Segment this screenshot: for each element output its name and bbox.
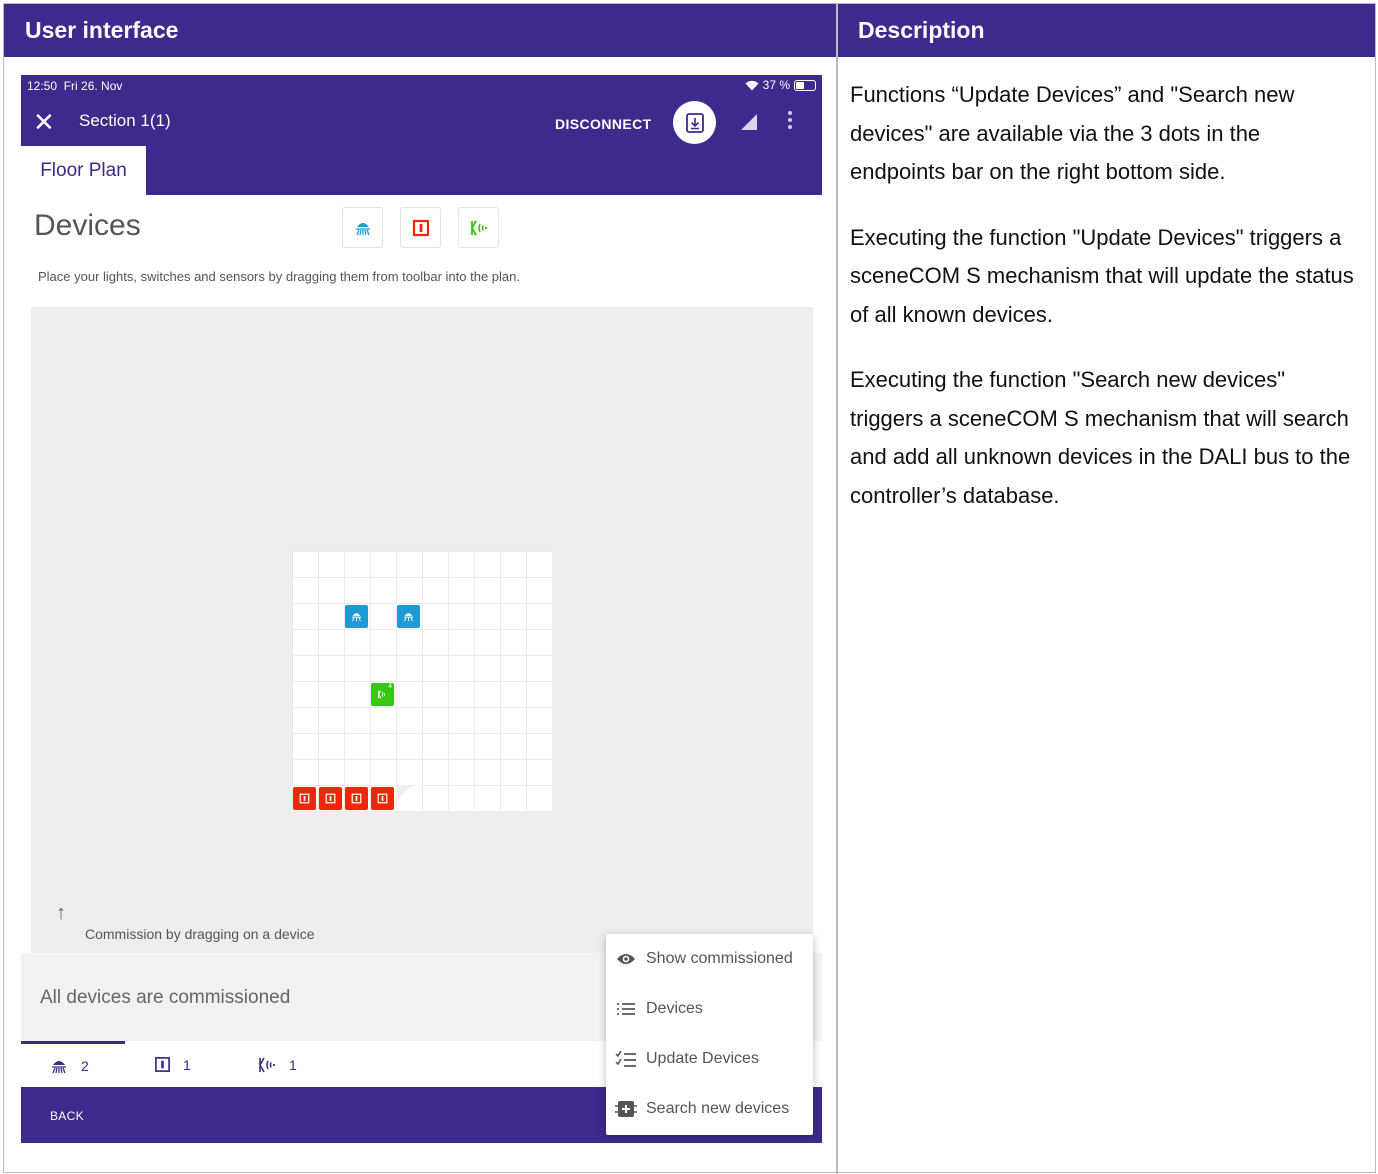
eye-icon (606, 952, 646, 966)
list-icon (606, 1002, 646, 1016)
description-column-header: Description (838, 4, 1375, 57)
light-icon (52, 1061, 66, 1074)
app-bar: 12:50 Fri 26. Nov 37 % ✕ Section 1(1) DI… (21, 75, 822, 196)
menu-item-label: Update Devices (646, 1050, 759, 1067)
toolbar-sensor-button[interactable] (458, 207, 499, 248)
placed-switch[interactable] (319, 787, 342, 810)
endpoint-tab-lights[interactable]: 2 (49, 1056, 89, 1076)
arrow-up-icon: ↑ (56, 902, 66, 924)
status-time: 12:50 (27, 79, 58, 93)
devices-heading: Devices (34, 209, 141, 242)
battery-percent: 37 % (762, 78, 790, 92)
description-paragraph: Functions “Update Devices” and "Search n… (850, 82, 1295, 184)
page-title: Section 1(1) (79, 111, 171, 130)
sensor-icon (470, 220, 487, 235)
sensor-icon (378, 690, 386, 699)
menu-item-label: Devices (646, 1000, 703, 1017)
menu-item-update-devices[interactable]: Update Devices (606, 1034, 813, 1084)
endpoint-count: 2 (81, 1058, 89, 1074)
checklist-icon (606, 1050, 646, 1068)
column-divider (836, 4, 838, 1174)
commission-status-text: All devices are commissioned (40, 987, 291, 1008)
toolbar-light-button[interactable] (342, 207, 383, 248)
light-icon (403, 613, 414, 622)
placed-switch[interactable] (371, 787, 394, 810)
placed-switch[interactable] (293, 787, 316, 810)
sensor-icon (259, 1057, 276, 1073)
floor-plan-grid[interactable]: 4 (292, 551, 552, 811)
grid-cutout (396, 785, 422, 811)
light-icon (355, 222, 370, 235)
placed-light[interactable] (397, 605, 420, 628)
menu-item-devices[interactable]: Devices (606, 984, 813, 1034)
description-paragraph: Executing the function "Search new devic… (850, 367, 1351, 508)
switch-icon (377, 793, 388, 804)
floor-plan-canvas[interactable]: 4 ↑ Commission by dragging on a device (31, 307, 813, 953)
endpoint-tab-sensors[interactable]: 1 (257, 1056, 297, 1074)
commission-hint: Commission by dragging on a device (85, 926, 315, 942)
endpoint-tab-switches[interactable]: 1 (154, 1056, 191, 1073)
battery-icon (794, 79, 816, 91)
placement-hint: Place your lights, switches and sensors … (38, 269, 520, 284)
menu-item-show-commissioned[interactable]: Show commissioned (606, 934, 813, 984)
description-text: Functions “Update Devices” and "Search n… (850, 76, 1355, 542)
download-icon (685, 112, 704, 133)
endpoints-overflow-menu: Show commissioned Devices Update Devices… (606, 934, 813, 1135)
signal-icon (741, 114, 757, 130)
ui-column-header: User interface (4, 4, 836, 57)
add-device-icon (606, 1100, 646, 1118)
switch-icon (325, 793, 336, 804)
menu-item-label: Search new devices (646, 1100, 790, 1117)
placed-light[interactable] (345, 605, 368, 628)
endpoint-count: 1 (183, 1056, 191, 1073)
switch-icon (155, 1057, 170, 1072)
placed-sensor[interactable]: 4 (371, 683, 394, 706)
page: User interface Description Functions “Up… (3, 3, 1376, 1174)
endpoint-tab-indicator (21, 1041, 125, 1044)
endpoint-count: 1 (289, 1057, 297, 1073)
description-paragraph: Executing the function "Update Devices" … (850, 224, 1354, 327)
sensor-badge: 4 (388, 683, 392, 690)
overflow-menu-icon[interactable] (785, 111, 795, 131)
wifi-icon (745, 80, 759, 90)
disconnect-button[interactable]: DISCONNECT (555, 116, 652, 132)
menu-item-search-new-devices[interactable]: Search new devices (606, 1084, 813, 1134)
status-date: Fri 26. Nov (63, 79, 123, 93)
close-icon[interactable]: ✕ (33, 109, 55, 135)
switch-icon (412, 219, 429, 236)
light-icon (351, 613, 362, 622)
placed-switch[interactable] (345, 787, 368, 810)
download-button[interactable] (673, 101, 716, 144)
status-clock: 12:50 Fri 26. Nov (27, 79, 122, 93)
switch-icon (351, 793, 362, 804)
tab-floor-plan[interactable]: Floor Plan (21, 146, 146, 196)
toolbar-switch-button[interactable] (400, 207, 441, 248)
switch-icon (299, 793, 310, 804)
status-right: 37 % (745, 78, 816, 92)
back-button[interactable]: BACK (50, 1109, 84, 1123)
menu-item-label: Show commissioned (646, 950, 793, 967)
